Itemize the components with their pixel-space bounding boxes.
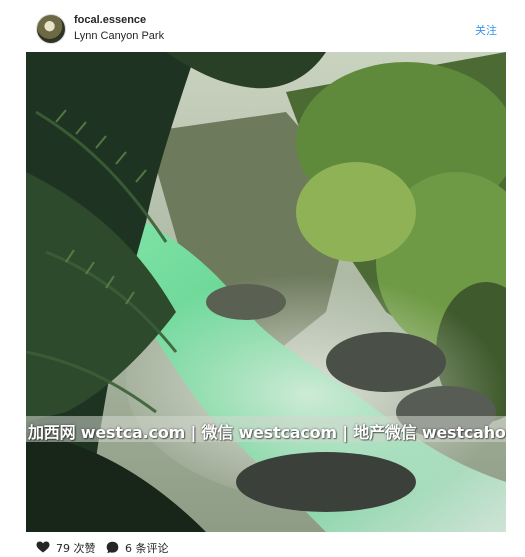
- post-footer: 79 次赞 6 条评论: [0, 532, 525, 557]
- post-photo[interactable]: 加西网 westca.com | 微信 westcacom | 地产微信 wes…: [26, 52, 506, 532]
- location-link[interactable]: Lynn Canyon Park: [74, 30, 164, 42]
- comments-count[interactable]: 6 条评论: [125, 540, 169, 556]
- likes-count[interactable]: 79 次赞: [56, 540, 96, 556]
- follow-button[interactable]: 关注: [475, 22, 497, 38]
- post-header: focal.essence Lynn Canyon Park 关注: [0, 0, 525, 52]
- avatar[interactable]: [36, 14, 66, 44]
- forest-canyon-photo: [26, 52, 506, 532]
- watermark-text: 加西网 westca.com | 微信 westcacom | 地产微信 wes…: [28, 423, 506, 442]
- watermark-banner: 加西网 westca.com | 微信 westcacom | 地产微信 wes…: [26, 416, 506, 442]
- heart-icon[interactable]: [36, 541, 50, 553]
- username[interactable]: focal.essence: [74, 14, 146, 26]
- comment-bubble-icon[interactable]: [106, 541, 119, 554]
